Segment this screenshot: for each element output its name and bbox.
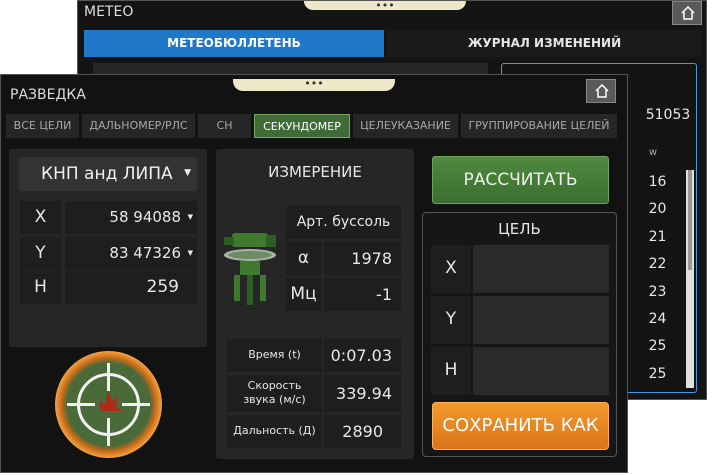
- theodolite-icon: [220, 225, 280, 311]
- knp-y-field[interactable]: 83 47326 ▼: [65, 237, 197, 270]
- distance-label: Дальность (Д): [233, 424, 316, 437]
- list-item: 23: [648, 283, 667, 300]
- tab-stopwatch[interactable]: СЕКУНДОМЕР: [254, 114, 350, 138]
- target-h-label-cell: H: [431, 347, 471, 395]
- knp-x-value: 58 94088: [109, 208, 181, 226]
- meteo-scrollbar[interactable]: [686, 170, 694, 388]
- knp-x-label: X: [34, 207, 47, 227]
- target-h-label: H: [444, 360, 458, 380]
- target-h-field[interactable]: [473, 347, 609, 395]
- list-item: 20: [648, 201, 667, 218]
- knp-y-label-cell: Y: [20, 237, 61, 270]
- alpha-label-cell: α: [286, 242, 321, 275]
- device-label-cell: Арт. буссоль: [286, 206, 401, 239]
- tab-sn[interactable]: СН: [198, 114, 251, 138]
- alpha-label: α: [297, 248, 310, 268]
- meteo-column-header: w: [648, 147, 658, 158]
- target-title: ЦЕЛЬ: [498, 220, 541, 238]
- speed-field[interactable]: 339.94: [324, 375, 401, 412]
- knp-h-label: H: [34, 277, 47, 297]
- meteo-header-value: 51053: [645, 107, 691, 123]
- tab-all-targets[interactable]: ВСЕ ЦЕЛИ: [6, 114, 79, 138]
- calculate-button[interactable]: РАССЧИТАТЬ: [432, 156, 609, 204]
- list-item: 25: [648, 338, 667, 355]
- measure-title: ИЗМЕРЕНИЕ: [268, 163, 362, 181]
- target-x-field[interactable]: [473, 245, 609, 293]
- mc-label: Мц: [290, 284, 317, 304]
- time-value: 0:07.03: [330, 346, 392, 365]
- mc-value: -1: [376, 285, 392, 304]
- target-crosshair-button[interactable]: [55, 351, 162, 458]
- razvedka-drag-handle[interactable]: •••: [233, 78, 395, 91]
- speed-label: Скорость звука (м/с): [243, 379, 306, 406]
- knp-select-label: КНП анд ЛИПА: [41, 164, 173, 184]
- tab-change-log[interactable]: ЖУРНАЛ ИЗМЕНЕНИЙ: [387, 30, 702, 57]
- target-x-label-cell: X: [431, 245, 471, 293]
- knp-y-value: 83 47326: [109, 244, 181, 262]
- list-item: 16: [648, 174, 667, 190]
- knp-h-field[interactable]: 259: [65, 271, 197, 304]
- meteo-w-column: 16 20 21 22 23 24 25 25: [630, 169, 685, 388]
- speed-value: 339.94: [336, 384, 392, 403]
- list-item: 24: [648, 310, 667, 327]
- meteo-title: МЕТЕО: [84, 4, 134, 20]
- tab-rangefinder[interactable]: ДАЛЬНОМЕР/РЛС: [82, 114, 195, 138]
- target-x-label: X: [445, 258, 457, 278]
- time-label-cell: Время (t): [227, 339, 322, 372]
- tab-target-grouping[interactable]: ГРУППИРОВАНИЕ ЦЕЛЕЙ: [461, 114, 617, 138]
- time-label: Время (t): [248, 348, 301, 361]
- knp-h-label-cell: H: [20, 271, 61, 304]
- mc-field[interactable]: -1: [324, 278, 401, 311]
- distance-field[interactable]: 2890: [324, 415, 401, 448]
- knp-h-value: 259: [146, 277, 179, 297]
- distance-value: 2890: [342, 422, 383, 441]
- knp-x-label-cell: X: [20, 201, 61, 234]
- target-y-label: Y: [445, 309, 457, 329]
- mc-label-cell: Мц: [286, 278, 321, 311]
- tab-target-designation[interactable]: ЦЕЛЕУКАЗАНИЕ: [353, 114, 458, 138]
- distance-label-cell: Дальность (Д): [227, 415, 322, 448]
- knp-x-field[interactable]: 58 94088 ▼: [65, 201, 197, 234]
- dropdown-arrow-icon: ▼: [187, 213, 193, 221]
- knp-y-label: Y: [35, 243, 46, 263]
- alpha-value: 1978: [351, 249, 392, 268]
- time-field[interactable]: 0:07.03: [324, 339, 401, 372]
- speed-label-cell: Скорость звука (м/с): [227, 375, 322, 412]
- target-y-label-cell: Y: [431, 296, 471, 344]
- list-item: 25: [648, 365, 667, 382]
- alpha-field[interactable]: 1978: [324, 242, 401, 275]
- tab-meteobulletin[interactable]: МЕТЕОБЮЛЛЕТЕНЬ: [84, 30, 384, 57]
- home-icon: [681, 6, 695, 20]
- save-as-button[interactable]: СОХРАНИТЬ КАК: [432, 402, 609, 450]
- target-y-field[interactable]: [473, 296, 609, 344]
- razvedka-title: РАЗВЕДКА: [10, 87, 86, 103]
- razvedka-home-button[interactable]: [586, 79, 616, 103]
- dropdown-arrow-icon: ▼: [187, 249, 193, 257]
- knp-select[interactable]: КНП анд ЛИПА ▼: [19, 157, 197, 191]
- list-item: 22: [648, 256, 667, 273]
- list-item: 21: [648, 228, 667, 245]
- razvedka-window: РАЗВЕДКА ••• ВСЕ ЦЕЛИ ДАЛЬНОМЕР/РЛС СН С…: [0, 74, 628, 473]
- dropdown-arrow-icon: ▼: [184, 168, 191, 178]
- target-crosshair-icon: [67, 363, 150, 446]
- home-icon: [595, 84, 609, 98]
- meteo-drag-handle[interactable]: •••: [304, 0, 466, 11]
- device-label: Арт. буссоль: [296, 214, 391, 230]
- meteo-home-button[interactable]: [672, 1, 702, 25]
